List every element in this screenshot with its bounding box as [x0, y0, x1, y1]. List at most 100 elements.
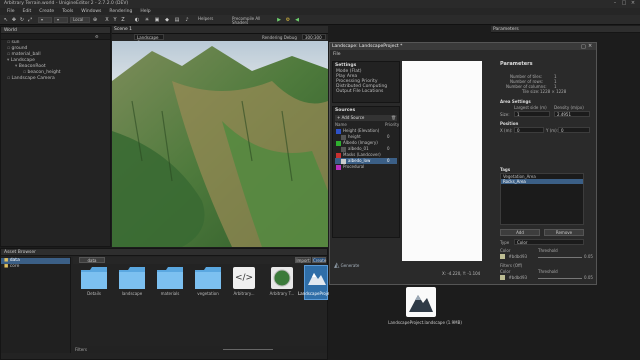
color-swatch[interactable] — [500, 254, 505, 259]
menu-tools[interactable]: Tools — [58, 8, 77, 15]
node-icon[interactable]: ▣ — [154, 17, 160, 23]
type-select[interactable]: Color — [514, 239, 584, 245]
color-threshold-row-2: #bdbd93 0.05 — [500, 275, 593, 281]
landscape-file-menu[interactable]: File — [333, 52, 341, 57]
layer-color-icon — [336, 152, 341, 158]
world-item-landscape-camera[interactable]: ▫ Landscape Camera — [1, 76, 110, 82]
threshold-value: 0.05 — [584, 254, 593, 259]
snap-dropdown[interactable]: ▾ — [38, 17, 52, 23]
import-button[interactable]: Import — [295, 257, 311, 263]
add-tag-button[interactable]: Add — [500, 229, 540, 236]
area-settings-title: Area Settings — [500, 99, 531, 104]
scene-toolbar: Landscape Cam Rendering Debug 300:300 — [112, 34, 328, 45]
tree-item-core[interactable]: ■ core — [1, 264, 70, 270]
sound-icon[interactable]: ♪ — [184, 17, 190, 23]
axis-y[interactable]: Y — [112, 17, 118, 23]
camera-icon[interactable]: ◐ — [134, 17, 140, 23]
preview-canvas[interactable] — [402, 61, 482, 261]
menu-create[interactable]: Create — [35, 8, 58, 15]
play-icon[interactable]: ▶ — [276, 17, 282, 23]
size-field[interactable]: 1 — [514, 111, 550, 117]
tile-size-label: Tile size: — [522, 89, 540, 94]
decal-icon[interactable]: ▤ — [174, 17, 180, 23]
generate-icon: ◭ — [334, 261, 340, 269]
generate-logo: ◭ Generate — [334, 261, 360, 269]
menu-rendering[interactable]: Rendering — [105, 8, 136, 15]
size-label: Size: — [500, 112, 510, 117]
axis-x[interactable]: X — [104, 17, 110, 23]
sound-toggle-icon[interactable]: ◀ — [294, 17, 300, 23]
sources-section: Sources + Add Source 🗑 Name Priority Hei… — [332, 106, 400, 238]
settings-icon[interactable]: ⚙ — [285, 17, 291, 23]
tile-label-materials: materials — [160, 291, 180, 296]
code-file-icon[interactable]: </> — [233, 267, 255, 289]
scene-viewport[interactable] — [112, 41, 328, 247]
menu-edit[interactable]: Edit — [19, 8, 36, 15]
add-source-button[interactable]: + Add Source 🗑 — [335, 115, 397, 121]
helpers-toggle[interactable]: Helpers — [196, 17, 226, 23]
menu-windows[interactable]: Windows — [77, 8, 105, 15]
delete-icon[interactable]: 🗑 — [391, 115, 396, 121]
world-file-icon[interactable] — [271, 267, 293, 289]
position-title: Position — [500, 121, 519, 126]
rotate-icon[interactable]: ↻ — [19, 17, 25, 23]
color2-label: Color — [500, 269, 511, 274]
x-label: X (m): — [500, 128, 513, 133]
threshold2-slider[interactable] — [538, 278, 582, 279]
precompile-shaders-button[interactable]: Precompile All Shaders — [230, 17, 270, 25]
landscape-close-icon[interactable]: × — [588, 43, 592, 49]
light-icon[interactable]: ☀ — [144, 17, 150, 23]
source-procedural[interactable]: Procedural — [335, 164, 397, 170]
threshold-slider[interactable] — [538, 257, 582, 258]
axis-z[interactable]: Z — [120, 17, 126, 23]
camera-select[interactable]: Landscape Cam — [134, 34, 164, 45]
scale-icon[interactable]: ⤢ — [27, 17, 33, 23]
select-icon[interactable]: ↖ — [3, 17, 9, 23]
minimize-icon[interactable]: – — [612, 1, 618, 6]
move-icon[interactable]: ✥ — [11, 17, 17, 23]
density-field[interactable]: 2.4951 — [554, 111, 590, 117]
close-icon[interactable]: × — [630, 1, 636, 6]
tile-label-arbitrary-cpp: Arbitrary... — [233, 291, 255, 296]
density-label: Density (m/px) — [554, 105, 584, 110]
folder-materials[interactable] — [157, 267, 183, 289]
y-field[interactable]: 0 — [558, 127, 590, 133]
color2-swatch[interactable] — [500, 275, 505, 280]
world-search[interactable]: ⚙ — [1, 34, 110, 40]
filters-label[interactable]: Filters — [75, 347, 87, 352]
largest-side-label: Largest side (m) — [514, 105, 547, 110]
mesh-icon[interactable]: ◆ — [164, 17, 170, 23]
settings-item-output-locations[interactable]: Output File Locations — [333, 89, 399, 94]
filter-icon[interactable]: ⚙ — [95, 34, 99, 39]
create-button[interactable]: Create — [312, 257, 326, 263]
path-breadcrumb[interactable]: data — [79, 257, 105, 263]
folder-landscape[interactable] — [119, 267, 145, 289]
grid-dropdown[interactable]: ▾ — [54, 17, 68, 23]
tab-scene[interactable]: Scene 1 — [114, 27, 132, 32]
source-icon — [341, 158, 346, 164]
desktop-landscape-icon[interactable] — [406, 287, 436, 317]
threshold-label: Threshold — [538, 248, 558, 253]
parameters-tab-label[interactable]: Parameters — [493, 27, 519, 32]
menu-help[interactable]: Help — [136, 8, 154, 15]
rendering-debug-dropdown[interactable]: Rendering Debug — [262, 35, 297, 40]
tag-item-selected[interactable]: Rocks_Area — [501, 179, 583, 184]
threshold2-value: 0.05 — [584, 275, 593, 280]
remove-tag-button[interactable]: Remove — [544, 229, 584, 236]
resolution-field[interactable]: 300:300 — [302, 34, 326, 40]
type-label: Type — [500, 240, 510, 245]
x-field[interactable]: 0 — [514, 127, 544, 133]
landscape-window-titlebar: Landscape: LandscapeProject * × — [330, 43, 596, 50]
landscape-tab[interactable]: Landscape: LandscapeProject * — [332, 44, 402, 49]
landscape-maximize-icon[interactable]: □ — [581, 44, 586, 50]
menu-file[interactable]: File — [3, 8, 19, 15]
world-panel-title: World — [1, 27, 110, 34]
folder-details[interactable] — [81, 267, 107, 289]
pivot-icon[interactable]: ⊕ — [92, 17, 98, 23]
threshold2-label: Threshold — [538, 269, 558, 274]
maximize-icon[interactable]: □ — [621, 1, 627, 6]
folder-vegetation[interactable] — [195, 267, 221, 289]
layer-color-icon — [336, 164, 341, 170]
local-dropdown[interactable]: Local — [70, 17, 90, 23]
zoom-slider[interactable] — [223, 349, 273, 350]
